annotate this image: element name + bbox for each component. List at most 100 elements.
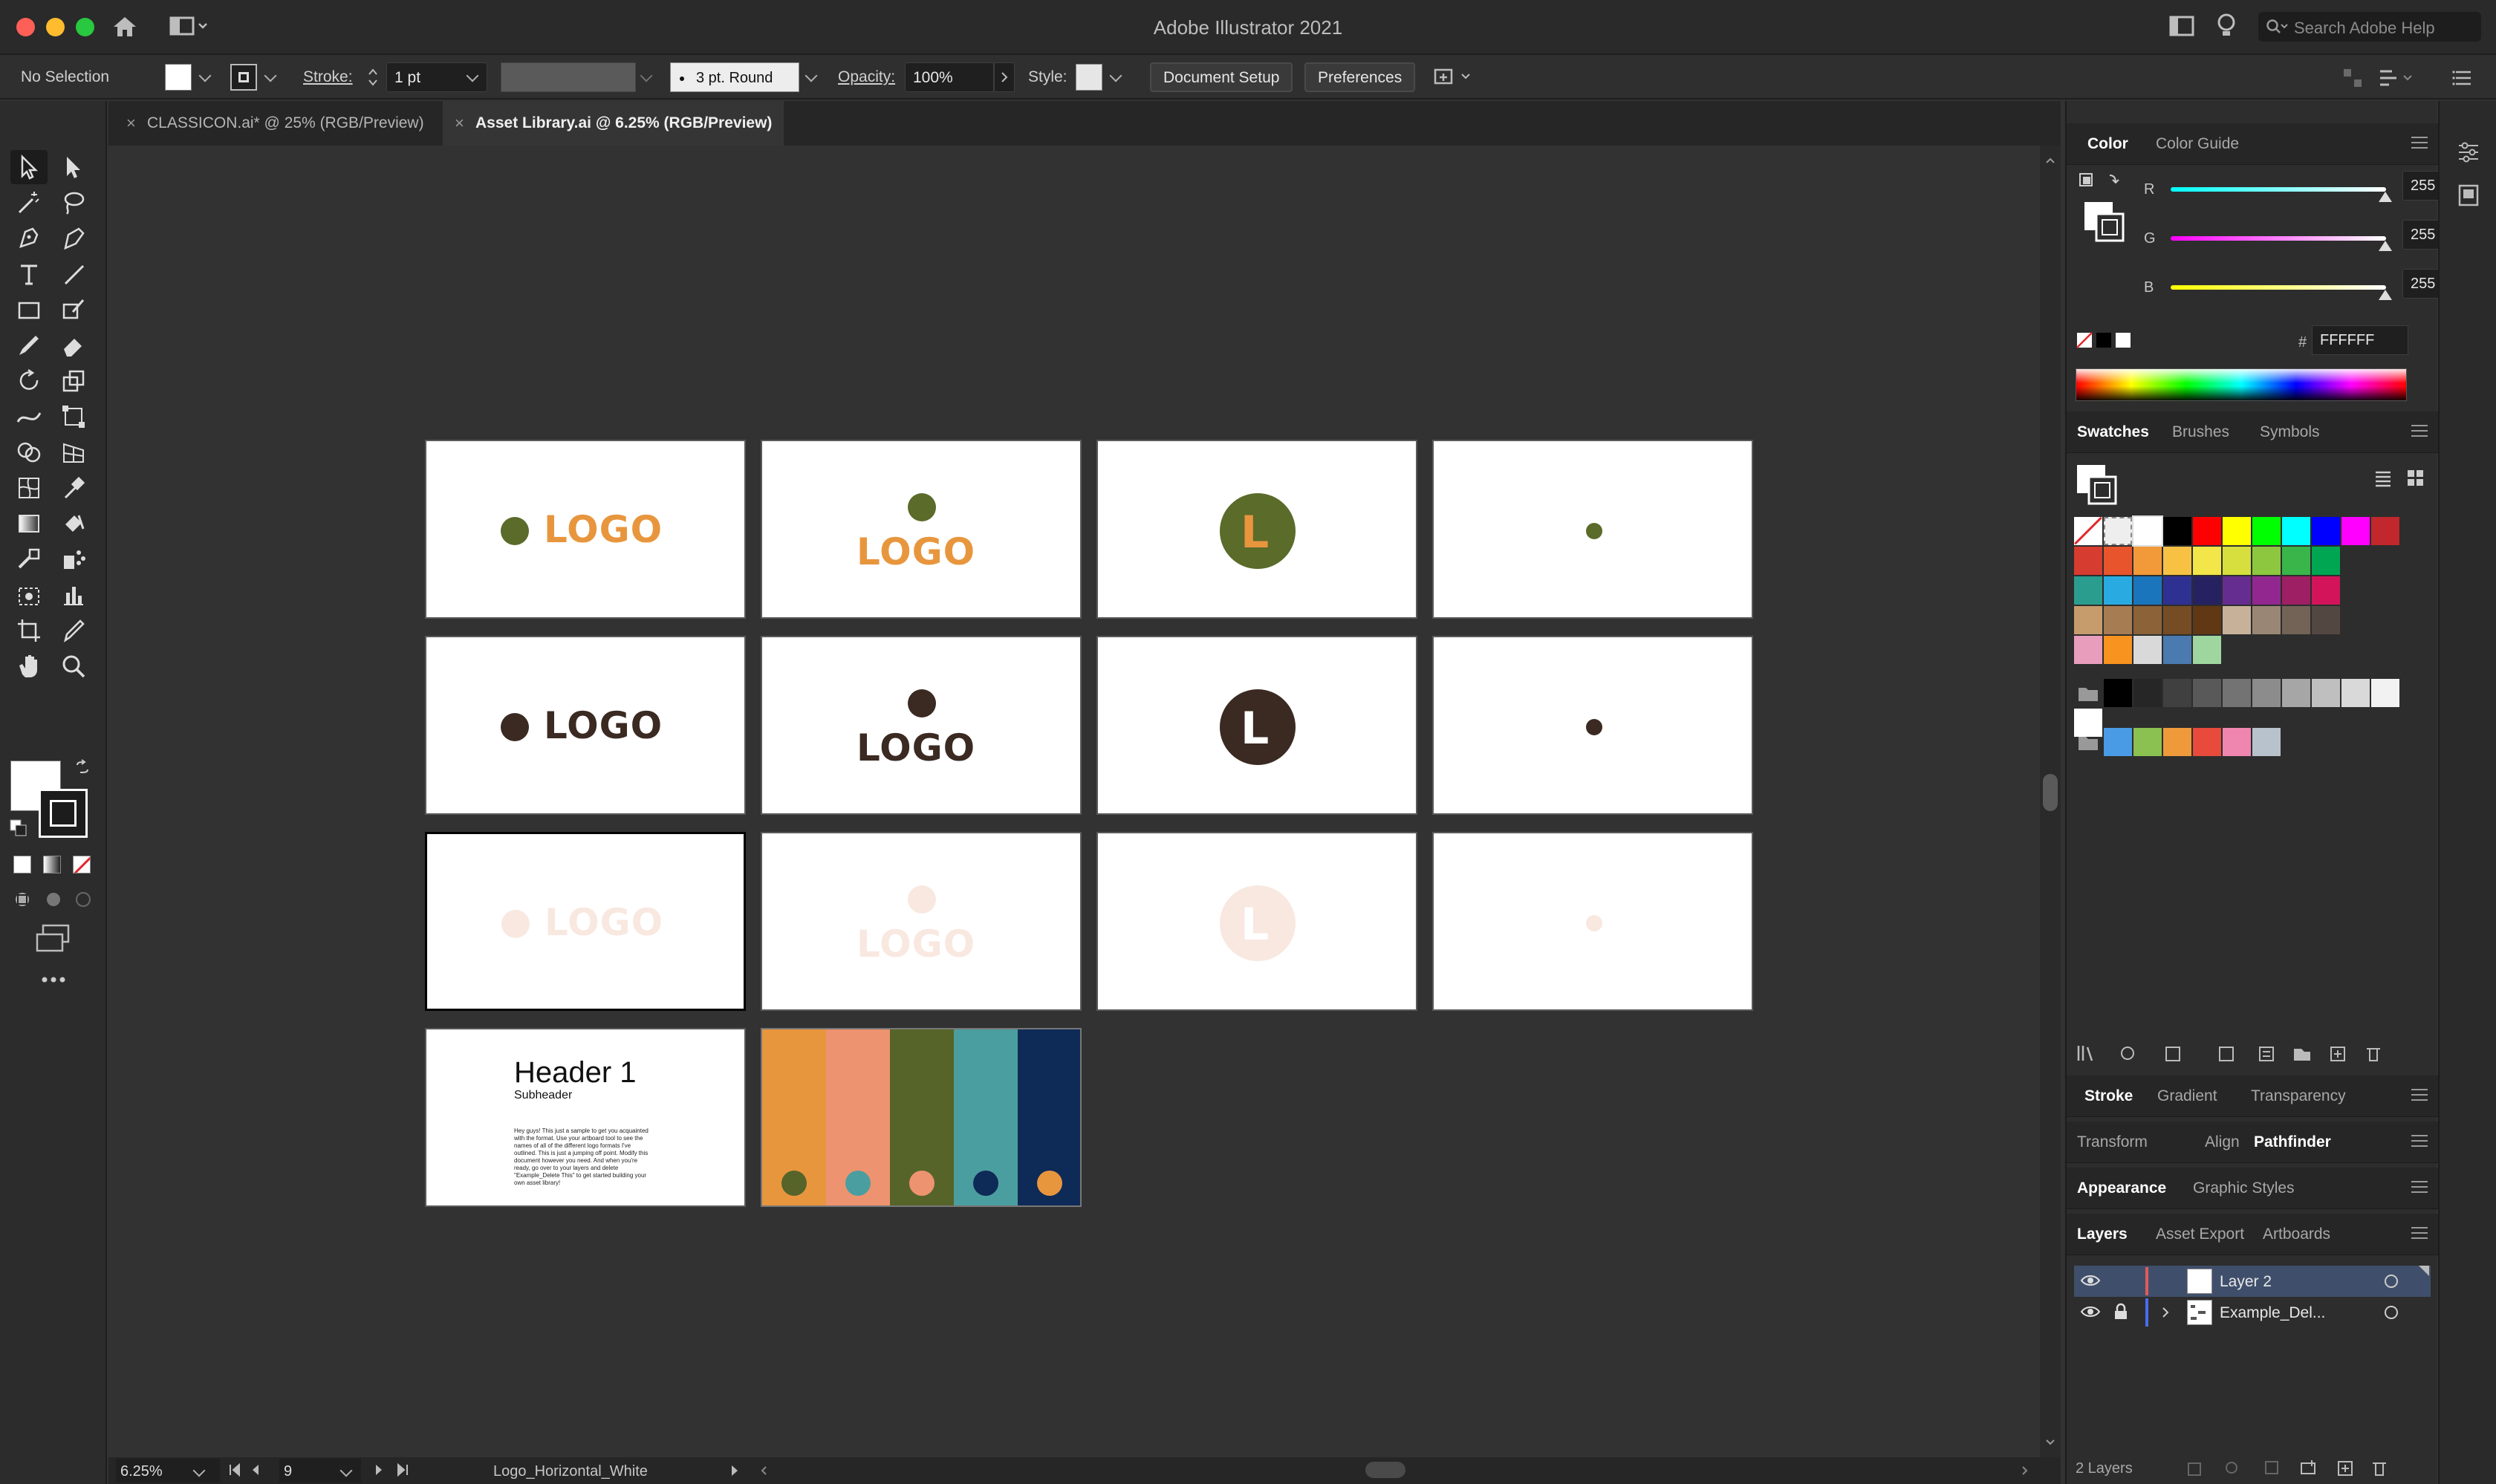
- list-view-icon[interactable]: [2373, 468, 2393, 489]
- swatch[interactable]: [2163, 679, 2191, 707]
- tab-pathfinder[interactable]: Pathfinder: [2254, 1133, 2331, 1151]
- swatch-none[interactable]: [2074, 517, 2102, 545]
- swatch[interactable]: [2282, 606, 2310, 634]
- document-canvas[interactable]: LOGO LOGO L LOGO LOGO L LOGO LOGO L Head…: [108, 146, 2038, 1457]
- tab-transparency[interactable]: Transparency: [2251, 1087, 2346, 1105]
- swatch[interactable]: [2223, 728, 2251, 756]
- opacity-label[interactable]: Opacity:: [838, 68, 895, 86]
- stroke-color-swatch[interactable]: [230, 64, 257, 91]
- artboard-logo-dot-dark[interactable]: [1432, 636, 1753, 815]
- swatch[interactable]: [2223, 606, 2251, 634]
- free-transform-tool-icon[interactable]: [55, 400, 92, 434]
- shape-builder-tool-icon[interactable]: [10, 435, 48, 469]
- swatch[interactable]: [2193, 517, 2221, 545]
- tab-stroke[interactable]: Stroke: [2084, 1087, 2133, 1105]
- selection-tool-icon[interactable]: [10, 150, 48, 184]
- artboard-logo-mark-color[interactable]: L: [1096, 440, 1417, 619]
- swatch[interactable]: [2312, 547, 2340, 575]
- perspective-grid-tool-icon[interactable]: [55, 435, 92, 469]
- swatch[interactable]: [2223, 517, 2251, 545]
- visibility-eye-icon[interactable]: [2080, 1304, 2101, 1319]
- opacity-arrow-button[interactable]: [994, 62, 1015, 92]
- swatch[interactable]: [2074, 606, 2102, 634]
- next-artboard-icon[interactable]: [373, 1462, 385, 1478]
- swatch[interactable]: [2163, 517, 2191, 545]
- draw-mode-icon[interactable]: [12, 888, 94, 911]
- live-paint-bucket-icon[interactable]: [55, 507, 92, 541]
- swatch[interactable]: [2193, 576, 2221, 605]
- swatch[interactable]: [2133, 547, 2162, 575]
- status-menu-arrow-icon[interactable]: [729, 1463, 740, 1478]
- document-setup-button[interactable]: Document Setup: [1150, 62, 1293, 92]
- swatch[interactable]: [2163, 576, 2191, 605]
- scroll-left-icon[interactable]: [759, 1465, 768, 1477]
- mesh-tool-icon[interactable]: [10, 471, 48, 505]
- eyedropper-tool-icon[interactable]: [55, 471, 92, 505]
- transform-options-icon[interactable]: [2377, 67, 2419, 89]
- artboard-color-palette[interactable]: [761, 1028, 1082, 1207]
- close-tab-icon[interactable]: ×: [455, 114, 464, 133]
- close-tab-icon[interactable]: ×: [126, 114, 136, 133]
- swatch[interactable]: [2104, 547, 2132, 575]
- tab-graphic-styles[interactable]: Graphic Styles: [2193, 1179, 2295, 1197]
- rotate-tool-icon[interactable]: [10, 364, 48, 398]
- align-objects-icon[interactable]: [2341, 67, 2364, 89]
- swatch[interactable]: [2163, 728, 2191, 756]
- magic-wand-tool-icon[interactable]: [10, 186, 48, 220]
- layer-target-icon[interactable]: [2385, 1275, 2398, 1288]
- panel-toggle-icon[interactable]: [2169, 15, 2194, 37]
- swatch[interactable]: [2104, 606, 2132, 634]
- color-group-folder-icon[interactable]: [2074, 728, 2102, 756]
- column-graph-tool-icon[interactable]: [55, 578, 92, 612]
- swatch[interactable]: [2223, 576, 2251, 605]
- swatches-fill-stroke-icon[interactable]: [2076, 463, 2120, 505]
- tab-asset-export[interactable]: Asset Export: [2156, 1226, 2244, 1243]
- lasso-tool-icon[interactable]: [55, 186, 92, 220]
- swatch[interactable]: [2252, 547, 2281, 575]
- rectangle-tool-icon[interactable]: [10, 293, 48, 327]
- swatch[interactable]: [2163, 547, 2191, 575]
- lightbulb-icon[interactable]: [2217, 13, 2236, 39]
- swatch[interactable]: [2341, 517, 2370, 545]
- swatch[interactable]: [2312, 679, 2340, 707]
- hex-value-field[interactable]: FFFFFF: [2312, 325, 2408, 355]
- swatch[interactable]: [2371, 679, 2399, 707]
- tab-align[interactable]: Align: [2205, 1133, 2240, 1151]
- type-tool-icon[interactable]: [10, 257, 48, 291]
- transform-panel-menu-icon[interactable]: [2411, 1135, 2428, 1147]
- scroll-right-icon[interactable]: [2021, 1465, 2029, 1477]
- tab-swatches[interactable]: Swatches: [2077, 423, 2149, 441]
- default-fill-stroke-icon[interactable]: [9, 819, 28, 838]
- swatch[interactable]: [2132, 515, 2163, 547]
- green-slider[interactable]: [2171, 236, 2386, 241]
- swatch[interactable]: [2193, 606, 2221, 634]
- pencil-tool-icon[interactable]: [55, 614, 92, 648]
- brush-dropdown-icon[interactable]: [805, 69, 818, 82]
- zoom-tool-icon[interactable]: [55, 649, 92, 683]
- artboard-logo-horizontal-color[interactable]: LOGO: [425, 440, 746, 619]
- swatch[interactable]: [2104, 576, 2132, 605]
- artboard-logo-horizontal-dark[interactable]: LOGO: [425, 636, 746, 815]
- first-artboard-icon[interactable]: [227, 1462, 242, 1478]
- swatch[interactable]: [2252, 679, 2281, 707]
- curvature-tool-icon[interactable]: [55, 221, 92, 256]
- arrange-documents-icon[interactable]: [1432, 65, 1478, 89]
- opacity-field[interactable]: 100%: [905, 62, 994, 92]
- artboard-logo-stacked-color[interactable]: LOGO: [761, 440, 1082, 619]
- canvas-vertical-scrollbar[interactable]: [2040, 146, 2061, 1457]
- swatch[interactable]: [2252, 517, 2281, 545]
- appearance-panel-menu-icon[interactable]: [2411, 1181, 2428, 1193]
- graphic-style-swatch[interactable]: [1076, 64, 1102, 91]
- tab-color-guide[interactable]: Color Guide: [2156, 135, 2239, 153]
- stroke-dropdown-icon[interactable]: [264, 69, 277, 82]
- fill-dropdown-icon[interactable]: [198, 69, 212, 82]
- layers-panel-menu-icon[interactable]: [2411, 1227, 2428, 1239]
- scale-tool-icon[interactable]: [55, 364, 92, 398]
- swatch[interactable]: [2133, 728, 2162, 756]
- scroll-down-icon[interactable]: [2044, 1438, 2056, 1447]
- grid-view-icon[interactable]: [2405, 468, 2426, 489]
- color-group-folder-icon[interactable]: [2074, 679, 2102, 707]
- color-spectrum-bar[interactable]: [2076, 368, 2407, 401]
- swatches-panel-menu-icon[interactable]: [2411, 425, 2428, 437]
- color-mode-icon[interactable]: [13, 856, 31, 873]
